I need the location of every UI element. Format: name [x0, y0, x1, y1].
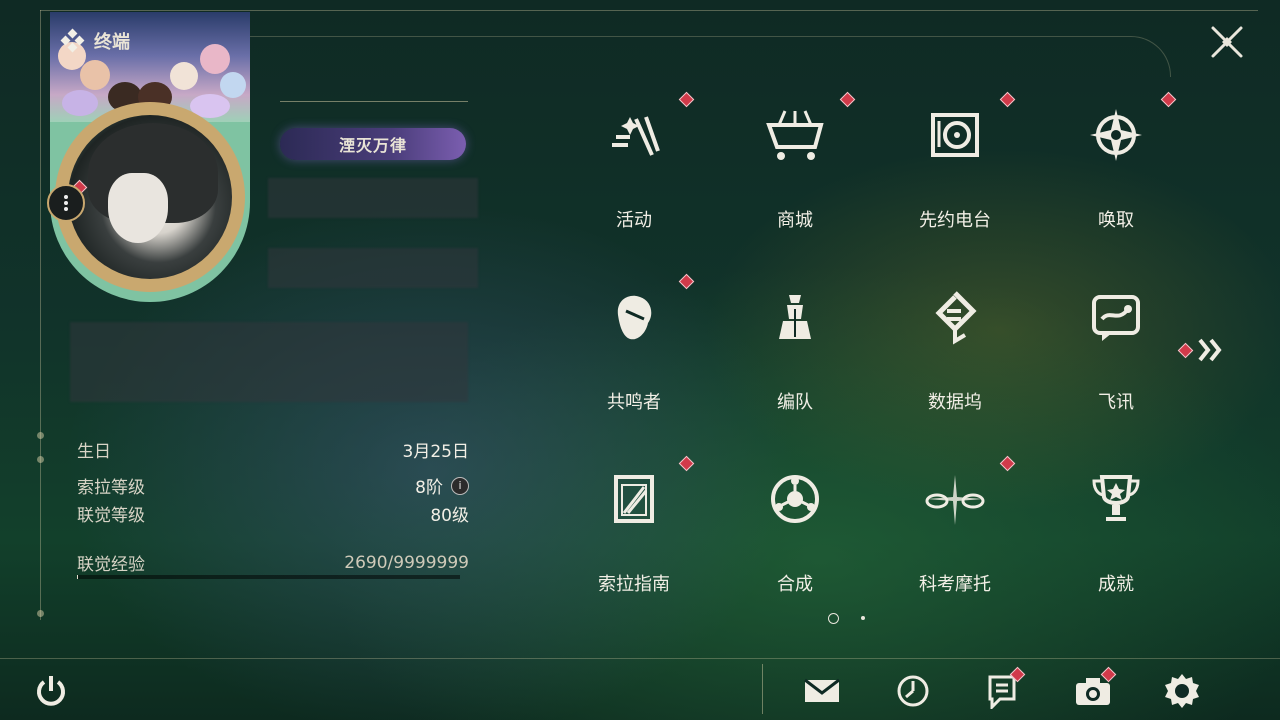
page-dot[interactable] — [861, 616, 865, 620]
tile-label: 科考摩托 — [919, 574, 991, 595]
summon-compass-icon — [1084, 104, 1148, 166]
frame-top-line — [40, 10, 1258, 11]
exp-progress-fill — [77, 575, 79, 579]
tile-label: 飞讯 — [1098, 392, 1134, 413]
notify-badge — [1160, 91, 1177, 108]
tile-label: 活动 — [616, 210, 652, 231]
frame-dot — [37, 432, 44, 439]
menu-tile-data-dock[interactable]: 数据坞 — [895, 274, 1015, 414]
blurred-signature — [70, 322, 468, 402]
tile-label: 索拉指南 — [598, 574, 670, 595]
app-title: 终端 — [60, 28, 130, 54]
stat-label: 索拉等级 — [77, 478, 145, 498]
motorbike-icon — [923, 468, 987, 530]
stat-union-exp: 联觉经验 2690/9999999 — [77, 550, 469, 576]
mail-button[interactable] — [801, 670, 843, 712]
stat-value: 8阶 — [415, 478, 443, 498]
synthesis-icon — [763, 468, 827, 530]
menu-tile-motorbike[interactable]: 科考摩托 — [895, 455, 1016, 596]
notify-badge — [1177, 342, 1194, 358]
notify-badge — [839, 91, 856, 108]
mail-icon — [804, 678, 840, 702]
notify-badge — [678, 455, 695, 472]
bottom-bar-line — [0, 658, 1280, 659]
stat-label: 生日 — [77, 442, 111, 462]
notify-badge — [999, 455, 1016, 472]
team-chess-icon — [763, 286, 827, 348]
tile-label: 成就 — [1098, 574, 1134, 595]
blurred-name — [268, 178, 478, 218]
data-dock-icon — [923, 286, 987, 348]
tile-label: 唤取 — [1098, 210, 1134, 231]
close-icon — [1211, 26, 1243, 58]
menu-tile-summon[interactable]: 唤取 — [1056, 91, 1177, 232]
notify-badge — [678, 91, 695, 108]
stat-birthday: 生日 3月25日 — [77, 437, 469, 462]
settings-button[interactable] — [1161, 670, 1203, 712]
terminal-diamond-icon — [60, 28, 85, 53]
activity-icon — [602, 104, 666, 166]
name-underline — [280, 101, 468, 102]
power-button[interactable] — [30, 670, 72, 712]
tile-label: 商城 — [777, 210, 813, 231]
page-title: 终端 — [94, 32, 130, 53]
blurred-uid — [268, 248, 478, 288]
next-page-button[interactable] — [1177, 337, 1225, 363]
stat-value: 80级 — [430, 506, 469, 526]
message-icon — [1084, 286, 1148, 348]
menu-tile-activity[interactable]: 活动 — [574, 91, 695, 232]
tile-label: 先约电台 — [919, 210, 991, 231]
stat-value: 2690/9999999 — [344, 552, 469, 573]
shop-cart-icon — [763, 104, 827, 166]
frame-left-line — [40, 10, 41, 620]
stat-value: 3月25日 — [402, 442, 469, 462]
guide-book-icon — [602, 468, 666, 530]
close-button[interactable] — [1203, 18, 1251, 66]
frame-dot — [37, 456, 44, 463]
profile-card[interactable] — [50, 12, 250, 302]
power-icon — [37, 676, 65, 706]
menu-tile-resonator[interactable]: 共鸣者 — [574, 273, 695, 414]
clock-icon — [897, 675, 929, 707]
notify-badge — [678, 273, 695, 290]
menu-tile-synthesis[interactable]: 合成 — [735, 456, 855, 596]
profile-more-button[interactable] — [47, 184, 85, 222]
notice-button[interactable] — [981, 666, 1026, 712]
tile-label: 编队 — [777, 392, 813, 413]
resonator-icon — [602, 286, 666, 348]
avatar — [68, 115, 232, 279]
title-tag-text: 湮灭万律 — [338, 136, 407, 155]
stat-label: 联觉等级 — [77, 506, 145, 526]
settings-gear-icon — [1165, 674, 1199, 708]
stat-sola-level: 索拉等级 8阶 i — [77, 473, 469, 498]
menu-tile-shop[interactable]: 商城 — [735, 91, 856, 232]
menu-tile-team[interactable]: 编队 — [735, 274, 855, 414]
frame-curve — [250, 36, 1171, 77]
menu-tile-radio[interactable]: 先约电台 — [895, 91, 1016, 232]
exp-progress-bar — [77, 575, 460, 579]
radio-icon — [923, 104, 987, 166]
stat-union-level: 联觉等级 80级 — [77, 501, 469, 526]
title-tag[interactable]: 湮灭万律 — [280, 128, 466, 160]
info-icon[interactable]: i — [451, 476, 469, 495]
camera-button[interactable] — [1072, 666, 1117, 712]
double-chevron-right-icon — [1198, 338, 1222, 362]
tile-label: 共鸣者 — [607, 392, 661, 413]
stat-value-wrap: 8阶 i — [415, 473, 469, 498]
trophy-icon — [1084, 468, 1148, 530]
menu-tile-guide[interactable]: 索拉指南 — [574, 455, 695, 596]
page-dot-active[interactable] — [828, 613, 839, 624]
tile-label: 合成 — [777, 574, 813, 595]
clock-button[interactable] — [892, 670, 934, 712]
stat-label: 联觉经验 — [77, 555, 145, 575]
menu-tile-message[interactable]: 飞讯 — [1056, 274, 1176, 414]
frame-dot — [37, 610, 44, 617]
menu-tile-achievement[interactable]: 成就 — [1056, 456, 1176, 596]
bottom-divider — [762, 664, 763, 714]
notify-badge — [999, 91, 1016, 108]
tile-label: 数据坞 — [928, 392, 982, 413]
